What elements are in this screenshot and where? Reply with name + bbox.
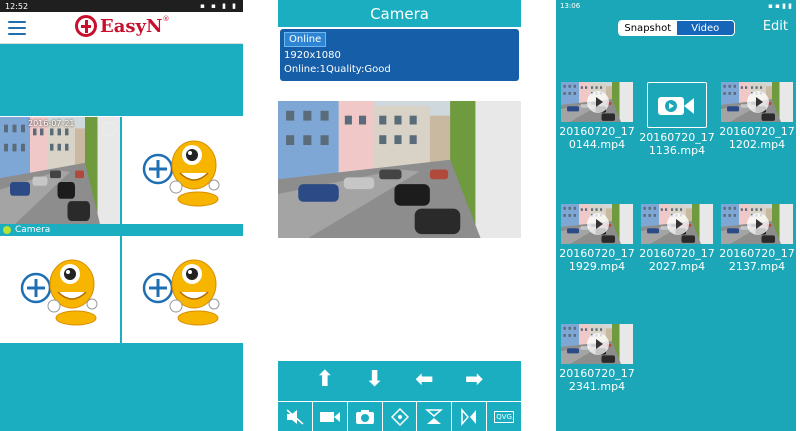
camera-info-panel: Online 1920x1080 Online:1Quality:Good [280,29,519,81]
arrow-right-icon[interactable]: ➡ [459,367,489,392]
flip-horizontal-button[interactable] [451,401,487,431]
camera-tile[interactable]: 2016-07-21 [0,117,120,224]
file-name-line2: 1202.mp4 [728,138,786,151]
play-icon [587,213,609,235]
video-file-item[interactable]: 20160720_17 2137.mp4 [718,204,796,273]
flip-vertical-button[interactable] [416,401,452,431]
camera-timestamp: 2016-07-21 [28,119,75,128]
video-file-item[interactable]: 20160720_17 1136.mp4 [638,82,716,157]
arrow-up-icon[interactable]: ⬆ [310,367,340,392]
preset-button[interactable] [381,401,417,431]
connection-status-text: Online:1Quality:Good [284,64,391,75]
video-thumbnail [721,204,793,244]
record-indicator-icon [102,122,116,136]
tab-video[interactable]: Video [677,21,735,35]
media-gallery-screen: 13:06 ▪ ▪ ▮ ▮ Snapshot Video Edit 201607… [556,0,796,431]
camera-feed-thumbnail [0,117,120,224]
live-view-screen: Camera Online 1920x1080 Online:1Quality:… [278,0,521,431]
media-type-toggle: Snapshot Video [618,20,735,36]
add-camera-tile[interactable] [122,236,243,343]
status-icons: ▪ ▪ ▮ ▮ [768,1,792,10]
video-file-item[interactable]: 20160720_17 0144.mp4 [558,82,636,151]
edit-button[interactable]: Edit [763,19,788,34]
camera-list-screen: 12:52 ▪ ▪ ▮ ▮ EasyN ® 2016-07-21 Camera [0,0,243,431]
live-video-feed[interactable] [278,101,521,238]
add-camera-icon [142,135,222,211]
play-icon [587,333,609,355]
status-icons: ▪ ▪ ▮ ▮ [200,2,238,10]
video-thumbnail [561,204,633,244]
registered-mark: ® [162,15,170,23]
resolution-text: 1920x1080 [284,50,341,61]
mute-icon [286,408,304,425]
video-file-item[interactable]: 20160720_17 1929.mp4 [558,204,636,273]
video-thumbnail [641,204,713,244]
play-icon [667,213,689,235]
camera-label-bar: Camera [0,224,243,236]
status-bar: 12:52 ▪ ▪ ▮ ▮ [0,0,243,12]
flip-horizontal-icon [461,407,477,426]
record-button[interactable] [311,401,347,431]
video-frame [278,101,521,238]
file-name-line1: 20160720_17 [639,131,715,144]
status-badge: Online [284,32,327,47]
tab-snapshot[interactable]: Snapshot [619,21,677,35]
camera-label: Camera [15,225,51,235]
play-icon [747,91,769,113]
quality-button[interactable]: QVG [486,401,521,431]
logo-text: EasyN [100,15,163,37]
video-file-item[interactable]: 20160720_17 2341.mp4 [558,324,636,393]
add-camera-tile[interactable] [0,236,120,343]
page-title: Camera [278,0,521,27]
file-name-line1: 20160720_17 [719,247,795,260]
file-name-line1: 20160720_17 [559,247,635,260]
status-time: 12:52 [5,1,29,11]
snapshot-button[interactable] [346,401,382,431]
add-camera-tile[interactable] [122,117,243,224]
arrow-left-icon[interactable]: ⬅ [409,367,439,392]
add-camera-icon [142,254,222,330]
camera-grid: 2016-07-21 Camera [0,117,243,343]
video-file-item[interactable]: 20160720_17 2027.mp4 [638,204,716,273]
online-dot-icon [3,226,11,234]
status-time: 13:06 [560,1,581,10]
globe-icon [75,15,97,37]
quality-label: QVG [494,410,514,423]
ptz-control-panel: ⬆ ⬇ ⬅ ➡ QVG [278,361,521,431]
app-header: EasyN ® [0,12,243,44]
easyn-logo: EasyN ® [75,15,169,37]
file-name-line2: 0144.mp4 [568,138,626,151]
file-name-line1: 20160720_17 [559,367,635,380]
video-file-item[interactable]: 20160720_17 1202.mp4 [718,82,796,151]
mute-button[interactable] [278,401,312,431]
arrow-down-icon[interactable]: ⬇ [360,367,390,392]
play-icon [747,213,769,235]
header-band [0,44,243,116]
play-icon [587,91,609,113]
status-bar: 13:06 ▪ ▪ ▮ ▮ [556,0,796,11]
video-camera-icon [319,411,340,422]
video-thumbnail [561,82,633,122]
video-thumbnail [721,82,793,122]
file-name-line1: 20160720_17 [719,125,795,138]
file-name-line2: 2137.mp4 [728,260,786,273]
file-name-line1: 20160720_17 [639,247,715,260]
footer-band [0,343,243,431]
file-name-line2: 1136.mp4 [648,144,706,157]
file-name-line2: 2341.mp4 [568,380,626,393]
file-name-line2: 1929.mp4 [568,260,626,273]
file-name-line1: 20160720_17 [559,125,635,138]
crosshair-icon [390,407,409,426]
camera-icon [355,409,374,424]
video-camera-icon [658,97,694,115]
gallery-toolbar: Snapshot Video Edit [556,11,796,43]
menu-icon[interactable] [8,20,26,35]
file-name-line2: 2027.mp4 [648,260,706,273]
flip-vertical-icon [425,408,444,424]
video-thumbnail [561,324,633,364]
add-camera-icon [20,254,100,330]
video-placeholder-thumbnail [647,82,707,128]
